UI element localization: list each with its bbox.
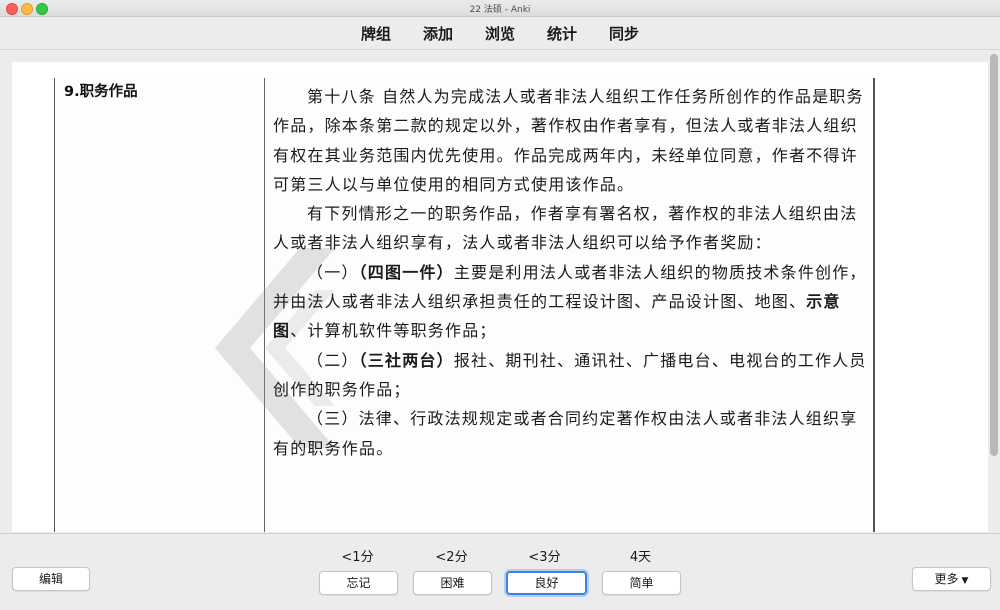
card-law-text: 第十八条 自然人为完成法人或者非法人组织工作任务所创作的作品是职务作品，除本条第… [273, 82, 867, 463]
interval-hard: <2分 [435, 550, 468, 565]
card-webview: 9.职务作品 第十八条 自然人为完成法人或者非法人组织工作任务所创作的作品是职务… [12, 62, 988, 532]
law-paragraph-1: 第十八条 自然人为完成法人或者非法人组织工作任务所创作的作品是职务作品，除本条第… [273, 87, 864, 194]
card-image-table: 9.职务作品 第十八条 自然人为完成法人或者非法人组织工作任务所创作的作品是职务… [54, 78, 875, 532]
scrollbar-thumb[interactable] [990, 54, 998, 456]
law-item-1-text-b: 、计算机软件等职务作品； [290, 321, 497, 341]
interval-again: <1分 [341, 550, 374, 565]
more-button-label: 更多 [934, 572, 959, 586]
hard-button[interactable]: 困难 [413, 571, 492, 595]
nav-decks[interactable]: 牌组 [359, 21, 393, 46]
law-item-2: （二）（三社两台）报社、期刊社、通讯社、广播电台、电视台的工作人员创作的职务作品… [273, 346, 867, 405]
law-item-1-prefix: （一） [307, 262, 359, 282]
answer-bar: 编辑 <1分 <2分 <3分 4天 忘记 困难 良好 简单 更多 ▼ [0, 533, 1000, 610]
nav-stats[interactable]: 统计 [545, 21, 579, 46]
table-right-border [873, 78, 875, 532]
more-button[interactable]: 更多 ▼ [912, 567, 991, 591]
dropdown-caret-icon: ▼ [961, 576, 969, 586]
law-item-2-prefix: （二） [307, 350, 359, 370]
law-item-1: （一）（四图一件）主要是利用法人或者非法人组织的物质技术条件创作，并由法人或者非… [273, 258, 867, 346]
interval-good: <3分 [528, 550, 561, 565]
good-button[interactable]: 良好 [506, 571, 587, 595]
again-button[interactable]: 忘记 [319, 571, 398, 595]
nav-sync[interactable]: 同步 [607, 21, 641, 46]
vertical-scrollbar[interactable] [988, 54, 1000, 534]
edit-button[interactable]: 编辑 [12, 567, 90, 591]
nav-browse[interactable]: 浏览 [483, 21, 517, 46]
top-nav: 牌组 添加 浏览 统计 同步 [0, 17, 1000, 50]
law-item-2-mnemonic: （三社两台） [358, 350, 454, 370]
card-row-heading: 9.职务作品 [64, 84, 138, 100]
easy-button[interactable]: 简单 [602, 571, 681, 595]
law-item-3: （三）法律、行政法规规定或者合同约定著作权由法人或者非法人组织享有的职务作品。 [273, 409, 858, 458]
interval-easy: 4天 [629, 550, 652, 565]
law-item-1-mnemonic: （四图一件） [358, 262, 454, 282]
nav-add[interactable]: 添加 [421, 21, 455, 46]
window-title: 22 法硕 - Anki [469, 5, 531, 15]
law-paragraph-2: 有下列情形之一的职务作品，作者享有署名权，著作权的非法人组织由法人或者非法人组织… [273, 204, 858, 253]
window-titlebar: 22 法硕 - Anki [0, 0, 1000, 17]
